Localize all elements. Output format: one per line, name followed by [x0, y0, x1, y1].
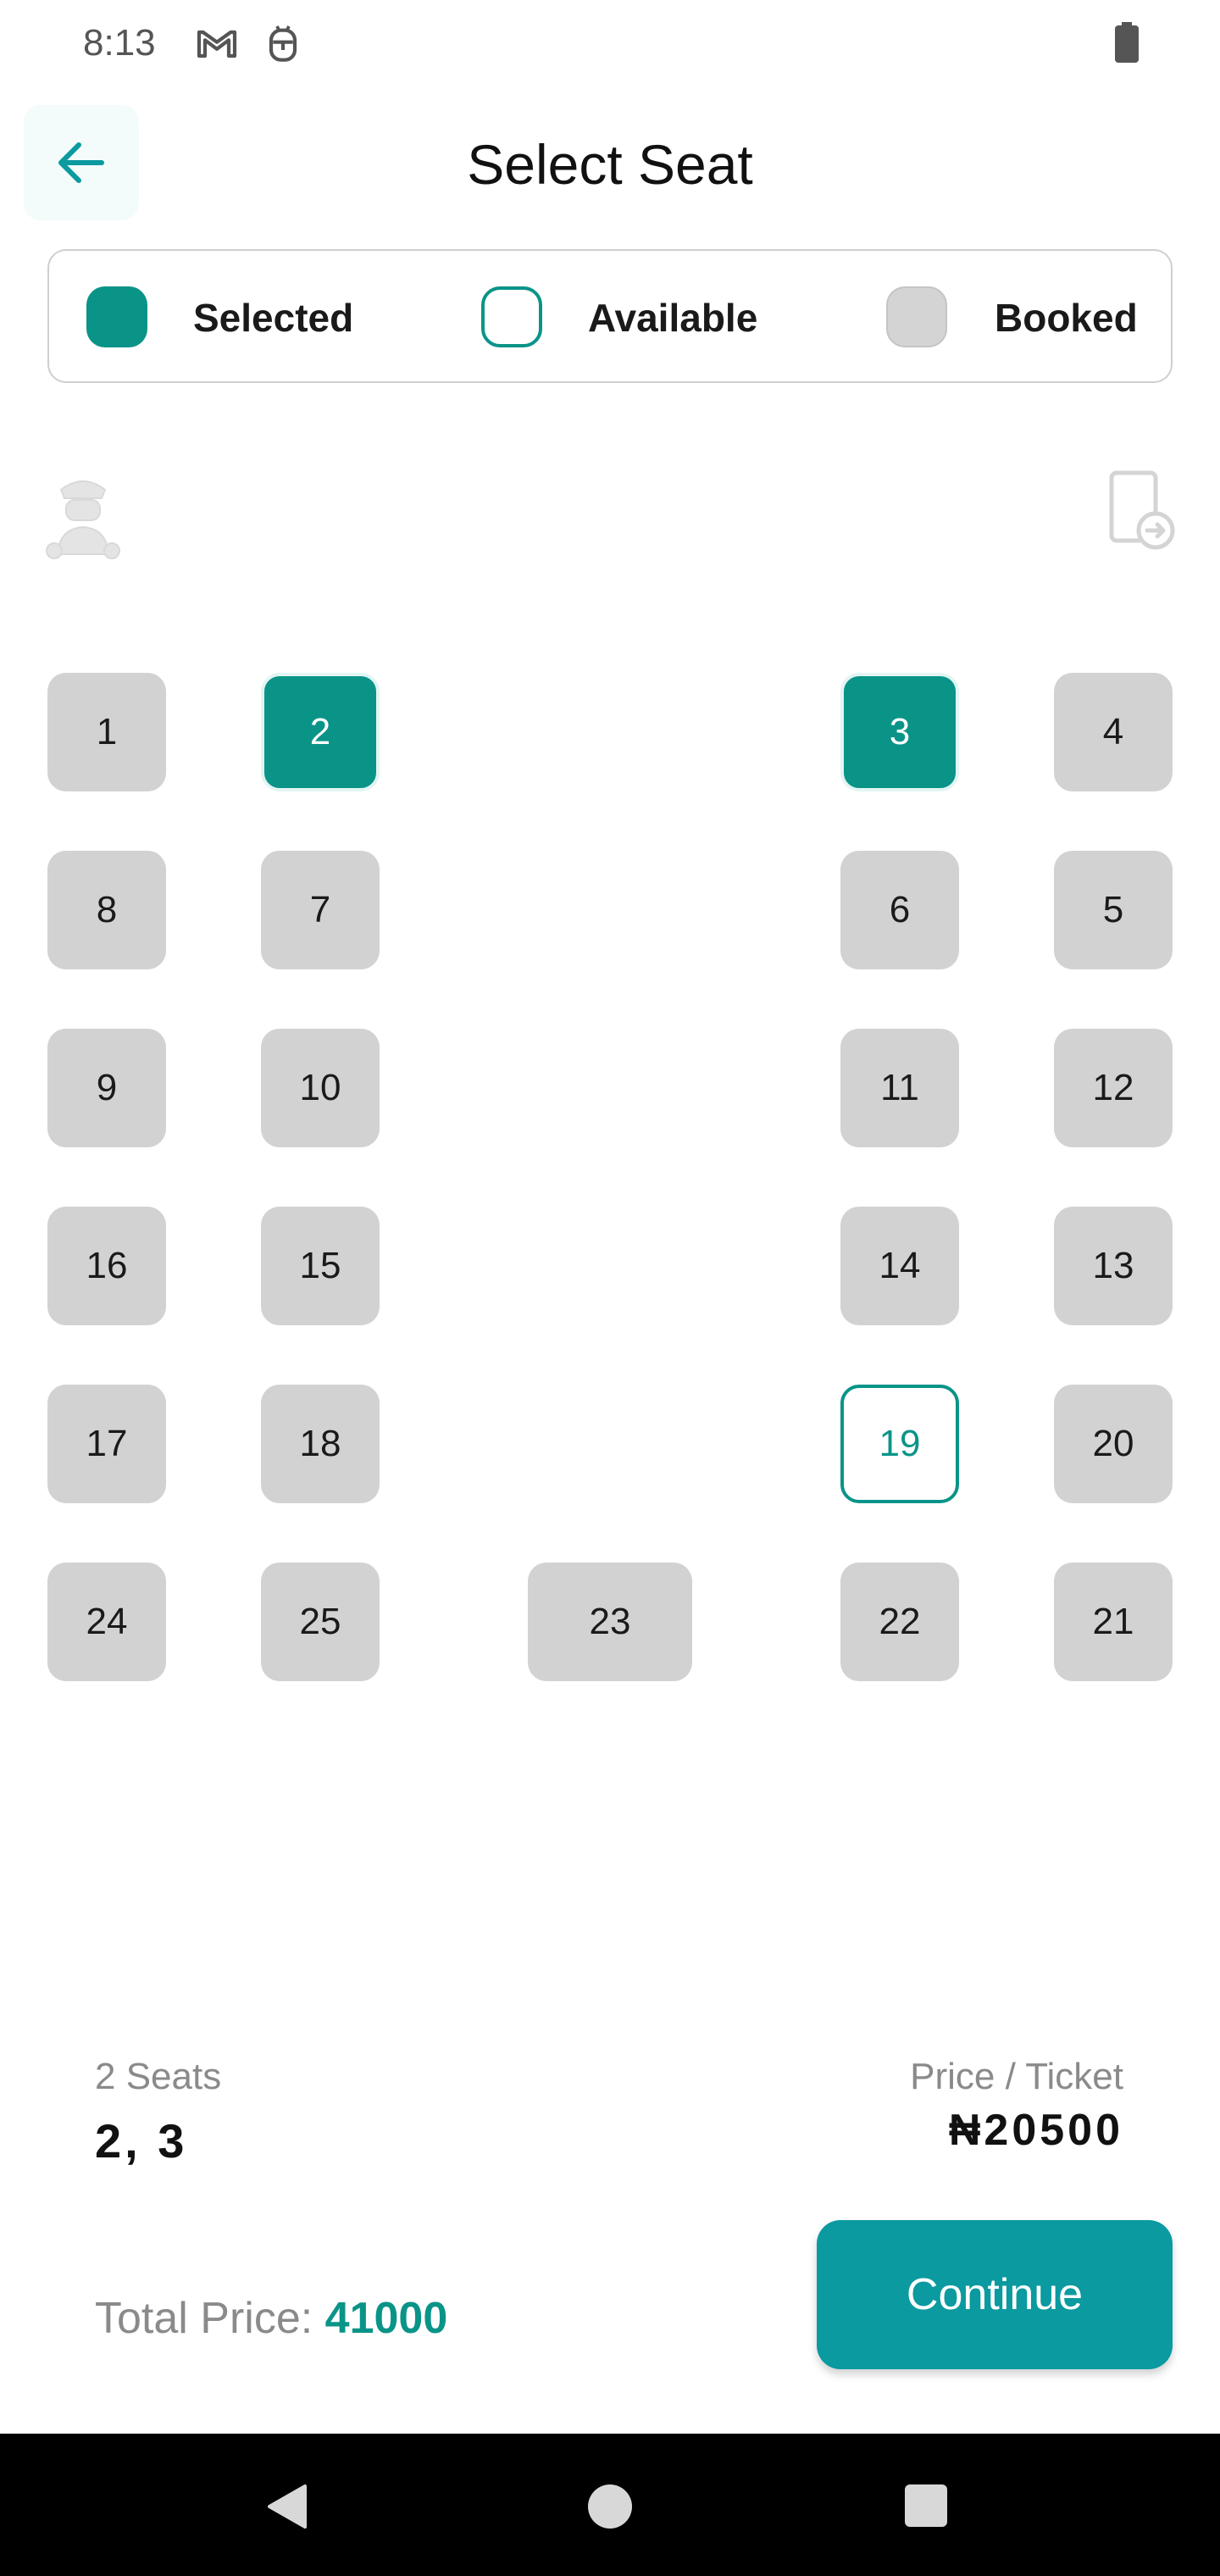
gmail-icon: [197, 30, 237, 58]
status-time: 8:13: [83, 22, 156, 64]
seat-1-booked[interactable]: 1: [47, 673, 166, 791]
status-bar: 8:13: [0, 0, 1220, 85]
seat-2-selected[interactable]: 2: [261, 673, 380, 791]
seat-7-booked[interactable]: 7: [261, 851, 380, 969]
nav-back-icon[interactable]: [264, 2483, 312, 2530]
seat-21-booked[interactable]: 21: [1054, 1563, 1173, 1681]
seat-3-selected[interactable]: 3: [840, 673, 959, 791]
battery-icon: [1115, 22, 1139, 63]
price-per-ticket-label: Price / Ticket: [910, 2056, 1123, 2097]
seat-25-booked[interactable]: 25: [261, 1563, 380, 1681]
seat-15-booked[interactable]: 15: [261, 1207, 380, 1325]
legend-selected-label: Selected: [193, 296, 354, 340]
price-per-ticket-value: ₦20500: [948, 2106, 1123, 2155]
seat-17-booked[interactable]: 17: [47, 1385, 166, 1503]
seat-19-available[interactable]: 19: [840, 1385, 959, 1503]
nav-home-icon[interactable]: [588, 2484, 632, 2529]
legend-available-label: Available: [588, 296, 758, 340]
seat-22-booked[interactable]: 22: [840, 1563, 959, 1681]
seat-20-booked[interactable]: 20: [1054, 1385, 1173, 1503]
seat-23-booked[interactable]: 23: [528, 1563, 692, 1681]
legend-booked-swatch: [886, 286, 947, 347]
seat-10-booked[interactable]: 10: [261, 1029, 380, 1147]
selected-seats-count: 2 Seats: [95, 2056, 222, 2097]
total-price-label: Total Price:: [95, 2294, 325, 2343]
seat-16-booked[interactable]: 16: [47, 1207, 166, 1325]
driver-icon: [46, 480, 120, 559]
seat-8-booked[interactable]: 8: [47, 851, 166, 969]
seat-24-booked[interactable]: 24: [47, 1563, 166, 1681]
seat-13-booked[interactable]: 13: [1054, 1207, 1173, 1325]
exit-door-icon: [1109, 470, 1175, 550]
seat-11-booked[interactable]: 11: [840, 1029, 959, 1147]
legend-selected-swatch: [86, 286, 147, 347]
page-title: Select Seat: [467, 133, 753, 196]
android-bot-icon: [269, 25, 297, 62]
selected-seats-list: 2, 3: [95, 2114, 188, 2168]
continue-button[interactable]: Continue: [817, 2220, 1173, 2369]
seat-18-booked[interactable]: 18: [261, 1385, 380, 1503]
seat-legend: Selected Available Booked: [47, 249, 1173, 383]
seat-12-booked[interactable]: 12: [1054, 1029, 1173, 1147]
seat-6-booked[interactable]: 6: [840, 851, 959, 969]
legend-available-swatch: [481, 286, 542, 347]
seat-9-booked[interactable]: 9: [47, 1029, 166, 1147]
total-price: Total Price: 41000: [95, 2293, 447, 2344]
legend-booked-label: Booked: [995, 296, 1138, 340]
nav-recents-icon[interactable]: [905, 2484, 947, 2527]
seat-5-booked[interactable]: 5: [1054, 851, 1173, 969]
seat-14-booked[interactable]: 14: [840, 1207, 959, 1325]
total-price-value: 41000: [324, 2294, 448, 2343]
system-nav-bar: [0, 2434, 1220, 2576]
seat-4-booked[interactable]: 4: [1054, 673, 1173, 791]
